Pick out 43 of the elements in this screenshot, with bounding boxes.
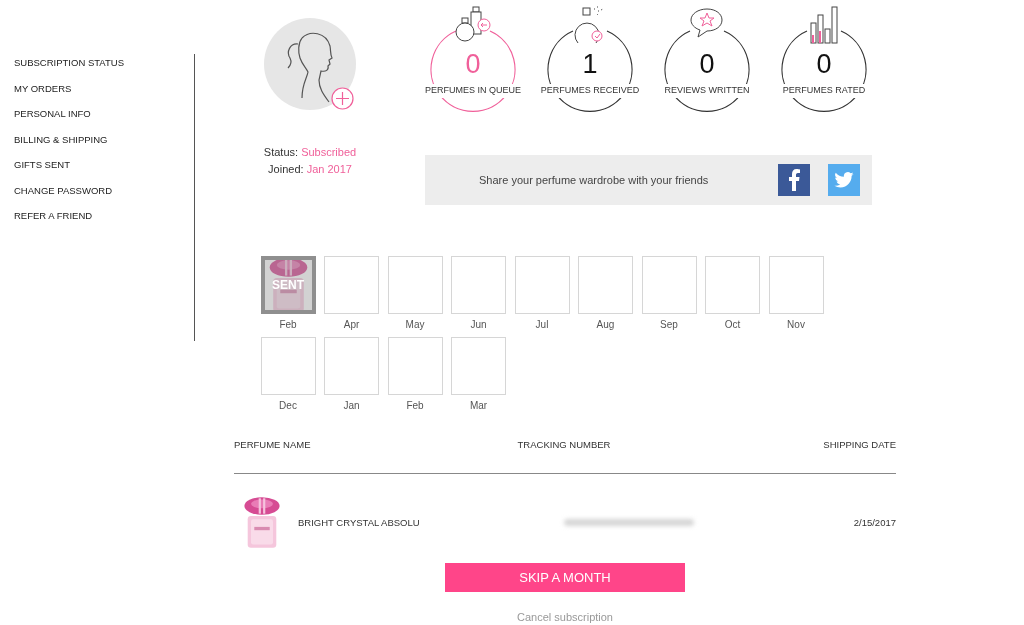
column-header: PERFUME NAME (234, 438, 312, 452)
facebook-button[interactable] (778, 164, 810, 196)
twitter-button[interactable] (828, 164, 860, 196)
joined-line: Joined: Jan 2017 (267, 162, 353, 177)
status-line: Status: Subscribed (263, 145, 357, 160)
stat-label: PERFUMES RATED (781, 84, 867, 98)
perfume-bottles-icon (453, 5, 493, 45)
month-label: Aug (596, 318, 615, 332)
stat-value: 0 (816, 51, 832, 78)
month-label: Jun (470, 318, 487, 332)
bird-icon (834, 172, 854, 188)
month-label: Mar (469, 399, 488, 413)
sidebar-link[interactable]: REFER A FRIEND (14, 209, 194, 223)
month-label: Dec (279, 399, 297, 413)
stat-label: REVIEWS WRITTEN (663, 84, 751, 98)
sidebar-link[interactable]: PERSONAL INFO (14, 107, 194, 121)
stat-label: PERFUMES IN QUEUE (424, 84, 522, 98)
column-header: SHIPPING DATE (822, 438, 896, 452)
sidebar-link[interactable]: GIFTS SENT (14, 158, 194, 172)
share-text: Share your perfume wardrobe with your friends (479, 172, 710, 188)
stat-value: 0 (699, 51, 715, 78)
month-label: Feb (406, 399, 424, 413)
sidebar-link[interactable]: CHANGE PASSWORD (14, 183, 194, 197)
table-cell-text: 2/15/2017 (852, 515, 896, 530)
month-label: Sep (660, 318, 678, 332)
month-label: Jan (343, 399, 360, 413)
stat-value: 1 (582, 51, 598, 78)
facebook-icon (788, 169, 800, 191)
add-photo-icon[interactable] (331, 87, 354, 110)
sidebar-link[interactable]: MY ORDERS (14, 81, 194, 95)
sidebar-link[interactable]: SUBSCRIPTION STATUS (14, 56, 194, 70)
month-label: Nov (787, 318, 805, 332)
month-label: Oct (724, 318, 741, 332)
column-header: TRACKING NUMBER (516, 438, 612, 452)
sent-label: SENT (271, 277, 305, 294)
stat-value: 0 (465, 51, 481, 78)
month-label: May (405, 318, 425, 332)
month-label: Apr (343, 318, 360, 332)
table-cell-text: BRIGHT CRYSTAL ABSOLU (298, 515, 421, 530)
sidebar-link[interactable]: BILLING & SHIPPING (14, 132, 194, 146)
month-label: Jul (535, 318, 549, 332)
stat-label: PERFUMES RECEIVED (539, 84, 641, 98)
month-label: Feb (279, 318, 297, 332)
